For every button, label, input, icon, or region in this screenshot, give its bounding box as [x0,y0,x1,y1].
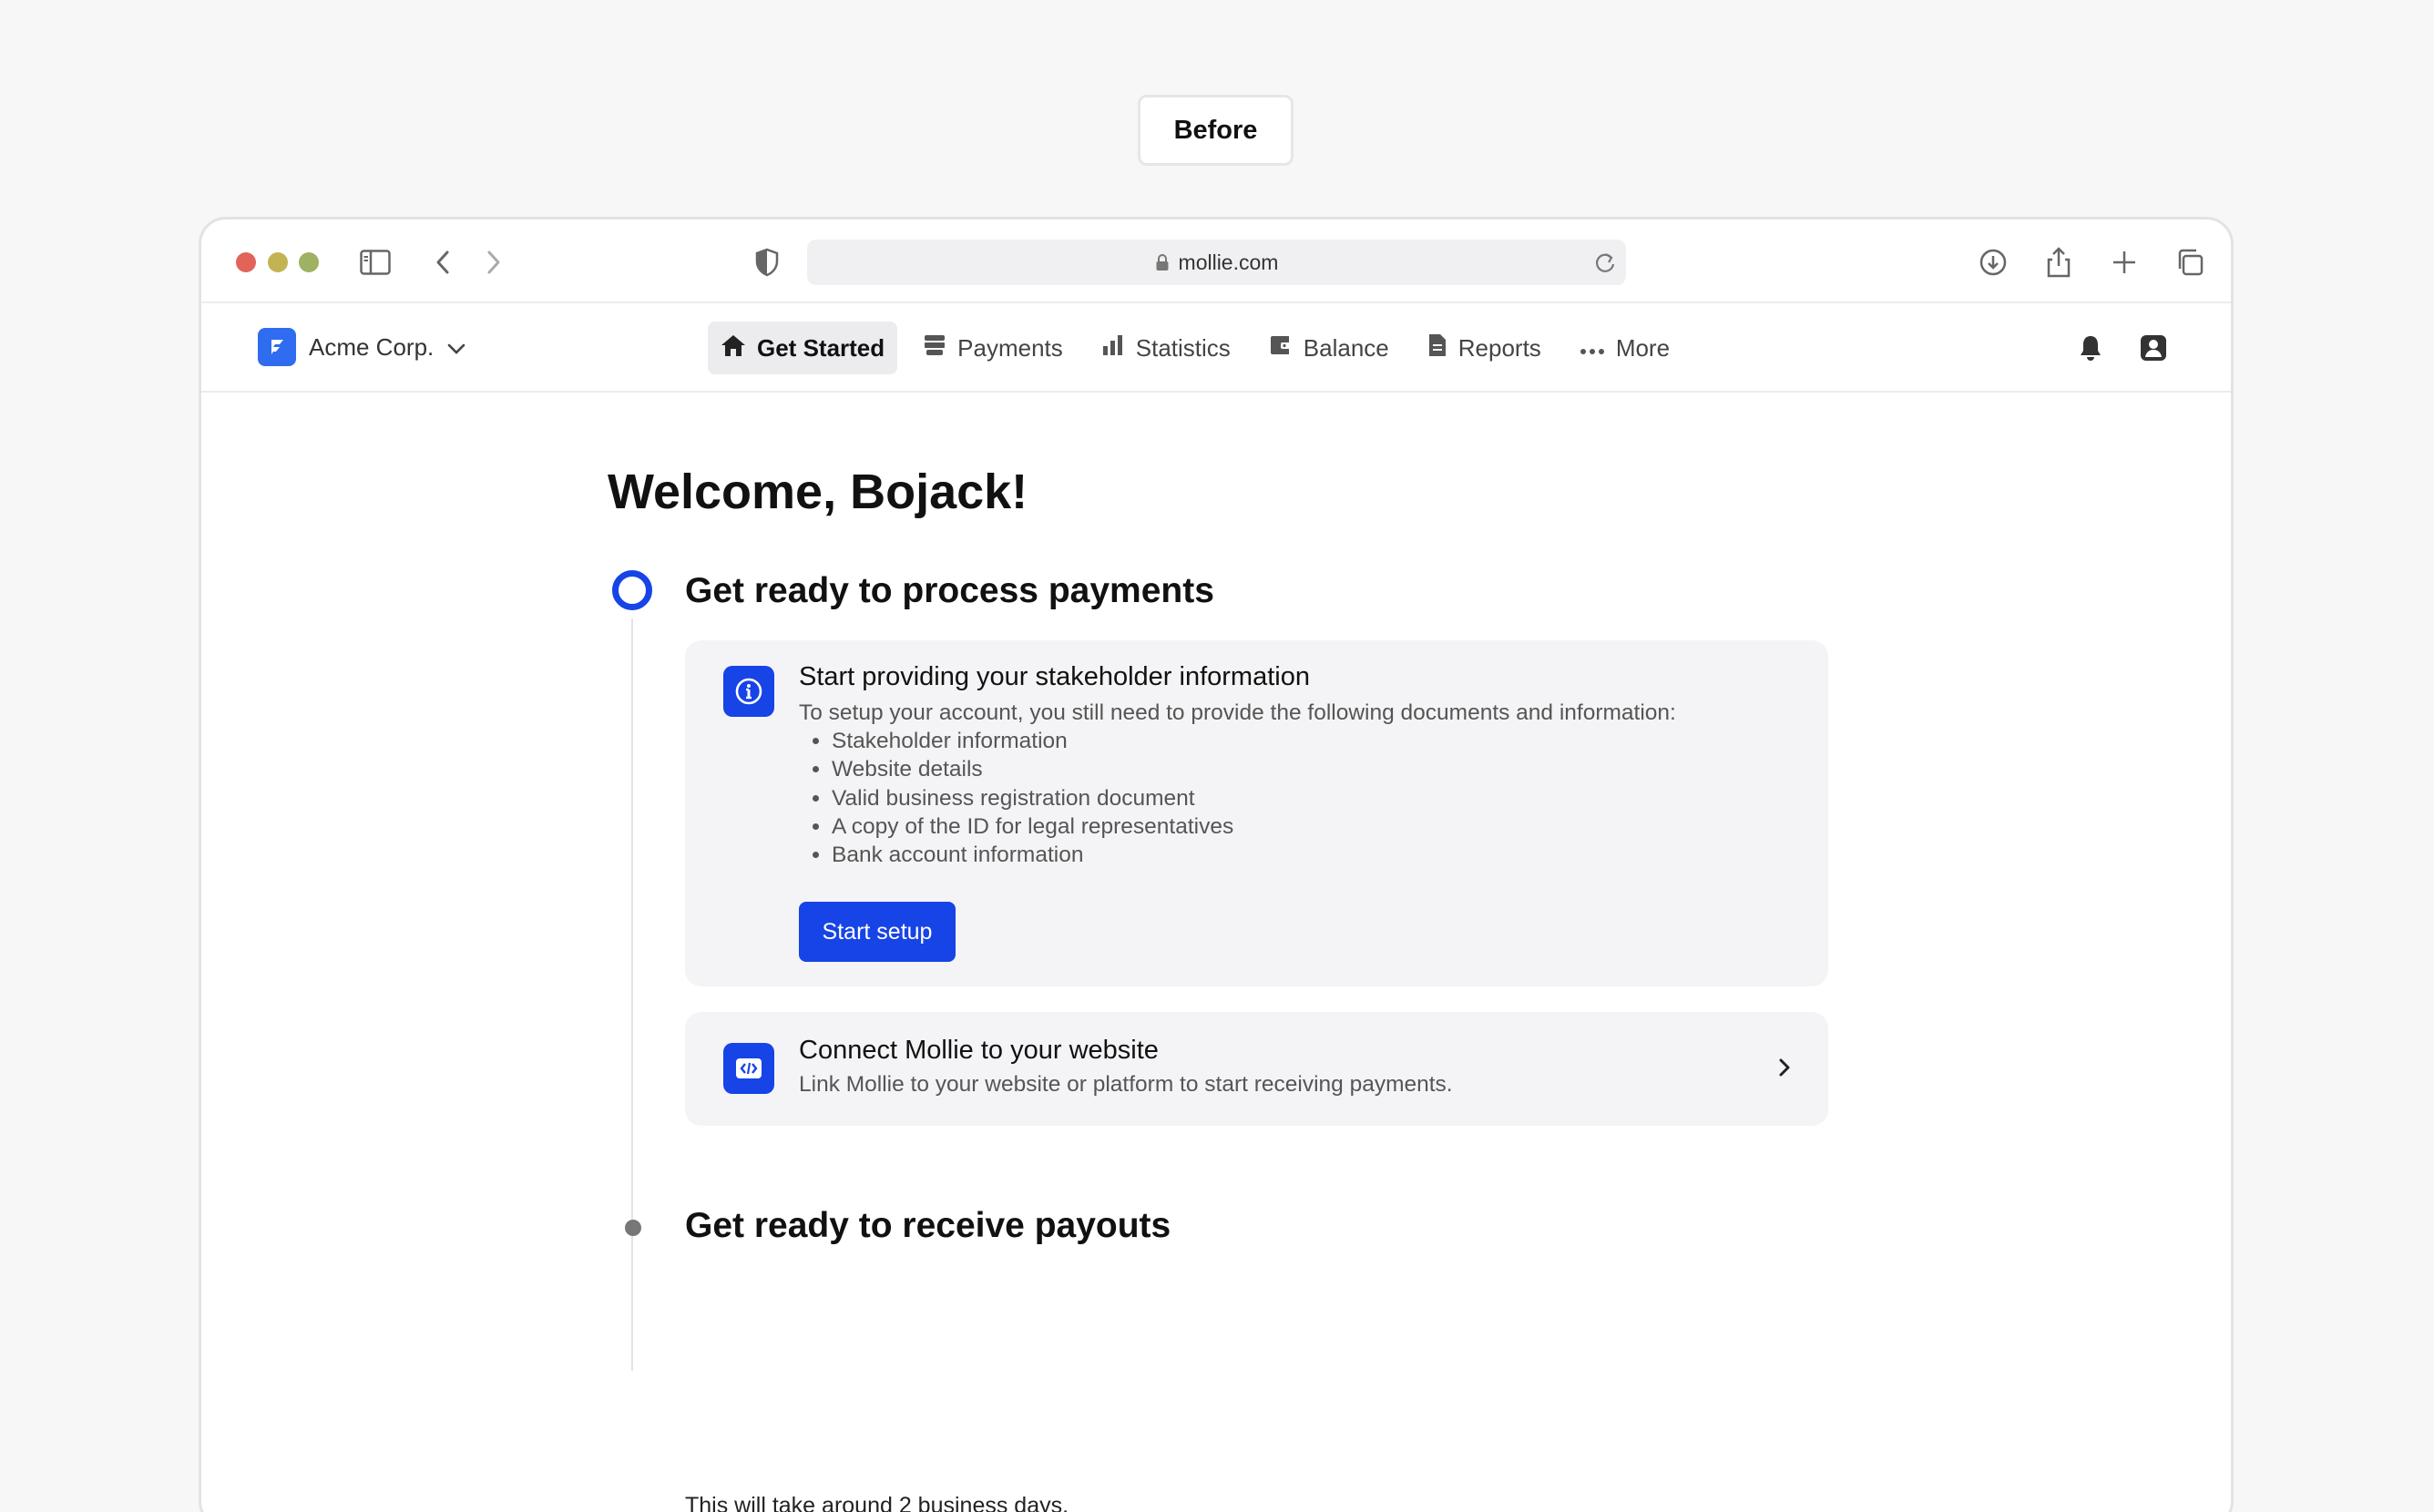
minimize-window-button[interactable] [268,252,288,272]
more-dots-icon [1580,334,1605,363]
app-navigation: Acme Corp. Get Started Payments Statisti… [201,303,2231,393]
download-icon[interactable] [1974,243,2012,281]
step-indicator-pending [625,1220,641,1236]
tab-overview-icon[interactable] [2171,243,2209,281]
close-window-button[interactable] [236,252,256,272]
step-connector [631,618,633,1371]
card-title: Connect Mollie to your website [799,1036,1159,1065]
card-description: Link Mollie to your website or platform … [799,1072,1453,1097]
browser-toolbar: mollie.com [201,220,2231,303]
home-icon [721,333,746,363]
list-item: Website details [832,755,1233,783]
card-description: To setup your account, you still need to… [799,700,1676,725]
nav-get-started[interactable]: Get Started [708,322,898,374]
code-window-icon [723,1043,774,1094]
sidebar-toggle-icon[interactable] [356,243,394,281]
list-item: A copy of the ID for legal representativ… [832,812,1233,841]
step-indicator-current [612,570,652,610]
nav-label: More [1615,333,1671,362]
org-logo-icon [258,328,296,366]
lock-icon [1155,253,1170,271]
reload-icon[interactable] [1593,250,1617,281]
nav-reports[interactable]: Reports [1415,322,1554,374]
start-setup-button[interactable]: Start setup [799,902,956,962]
share-icon[interactable] [2040,243,2078,281]
org-switcher[interactable]: Acme Corp. [258,327,466,367]
wallet-icon [1269,333,1293,363]
browser-window: mollie.com Acme Corp. Get Started Paymen… [199,217,2234,1512]
forward-icon[interactable] [475,243,513,281]
payout-note: This will take around 2 business days. [685,1493,1069,1512]
requirements-list: Stakeholder information Website details … [832,727,1233,869]
nav-label: Reports [1457,333,1541,362]
org-name: Acme Corp. [309,332,435,361]
bar-chart-icon [1101,333,1125,363]
stakeholder-info-card: Start providing your stakeholder informa… [685,640,1828,986]
page-title: Welcome, Bojack! [608,465,1028,519]
nav-more[interactable]: More [1567,322,1682,374]
nav-statistics[interactable]: Statistics [1089,322,1243,374]
nav-payments[interactable]: Payments [910,322,1076,374]
nav-label: Balance [1303,333,1389,362]
document-icon [1427,332,1447,364]
account-icon[interactable] [2136,331,2171,365]
payments-icon [923,333,946,363]
nav-label: Payments [957,333,1063,362]
nav-label: Get Started [757,333,885,362]
chevron-right-icon [1777,1056,1792,1084]
section-title-receive-payouts: Get ready to receive payouts [685,1206,1171,1245]
nav-label: Statistics [1135,333,1231,362]
card-title: Start providing your stakeholder informa… [799,662,1310,691]
privacy-shield-icon[interactable] [748,243,786,281]
list-item: Valid business registration document [832,784,1233,812]
nav-balance[interactable]: Balance [1256,322,1402,374]
new-tab-icon[interactable] [2105,243,2143,281]
connect-website-card[interactable]: Connect Mollie to your website Link Moll… [685,1012,1828,1126]
before-badge: Before [1138,95,1294,166]
url-text: mollie.com [1178,250,1279,274]
list-item: Stakeholder information [832,727,1233,755]
info-icon [723,666,774,717]
address-bar[interactable]: mollie.com [807,240,1626,285]
section-title-process-payments: Get ready to process payments [685,571,1214,610]
chevron-down-icon [446,333,466,362]
bell-icon[interactable] [2073,331,2108,365]
list-item: Bank account information [832,841,1233,869]
back-icon[interactable] [424,243,462,281]
maximize-window-button[interactable] [299,252,319,272]
